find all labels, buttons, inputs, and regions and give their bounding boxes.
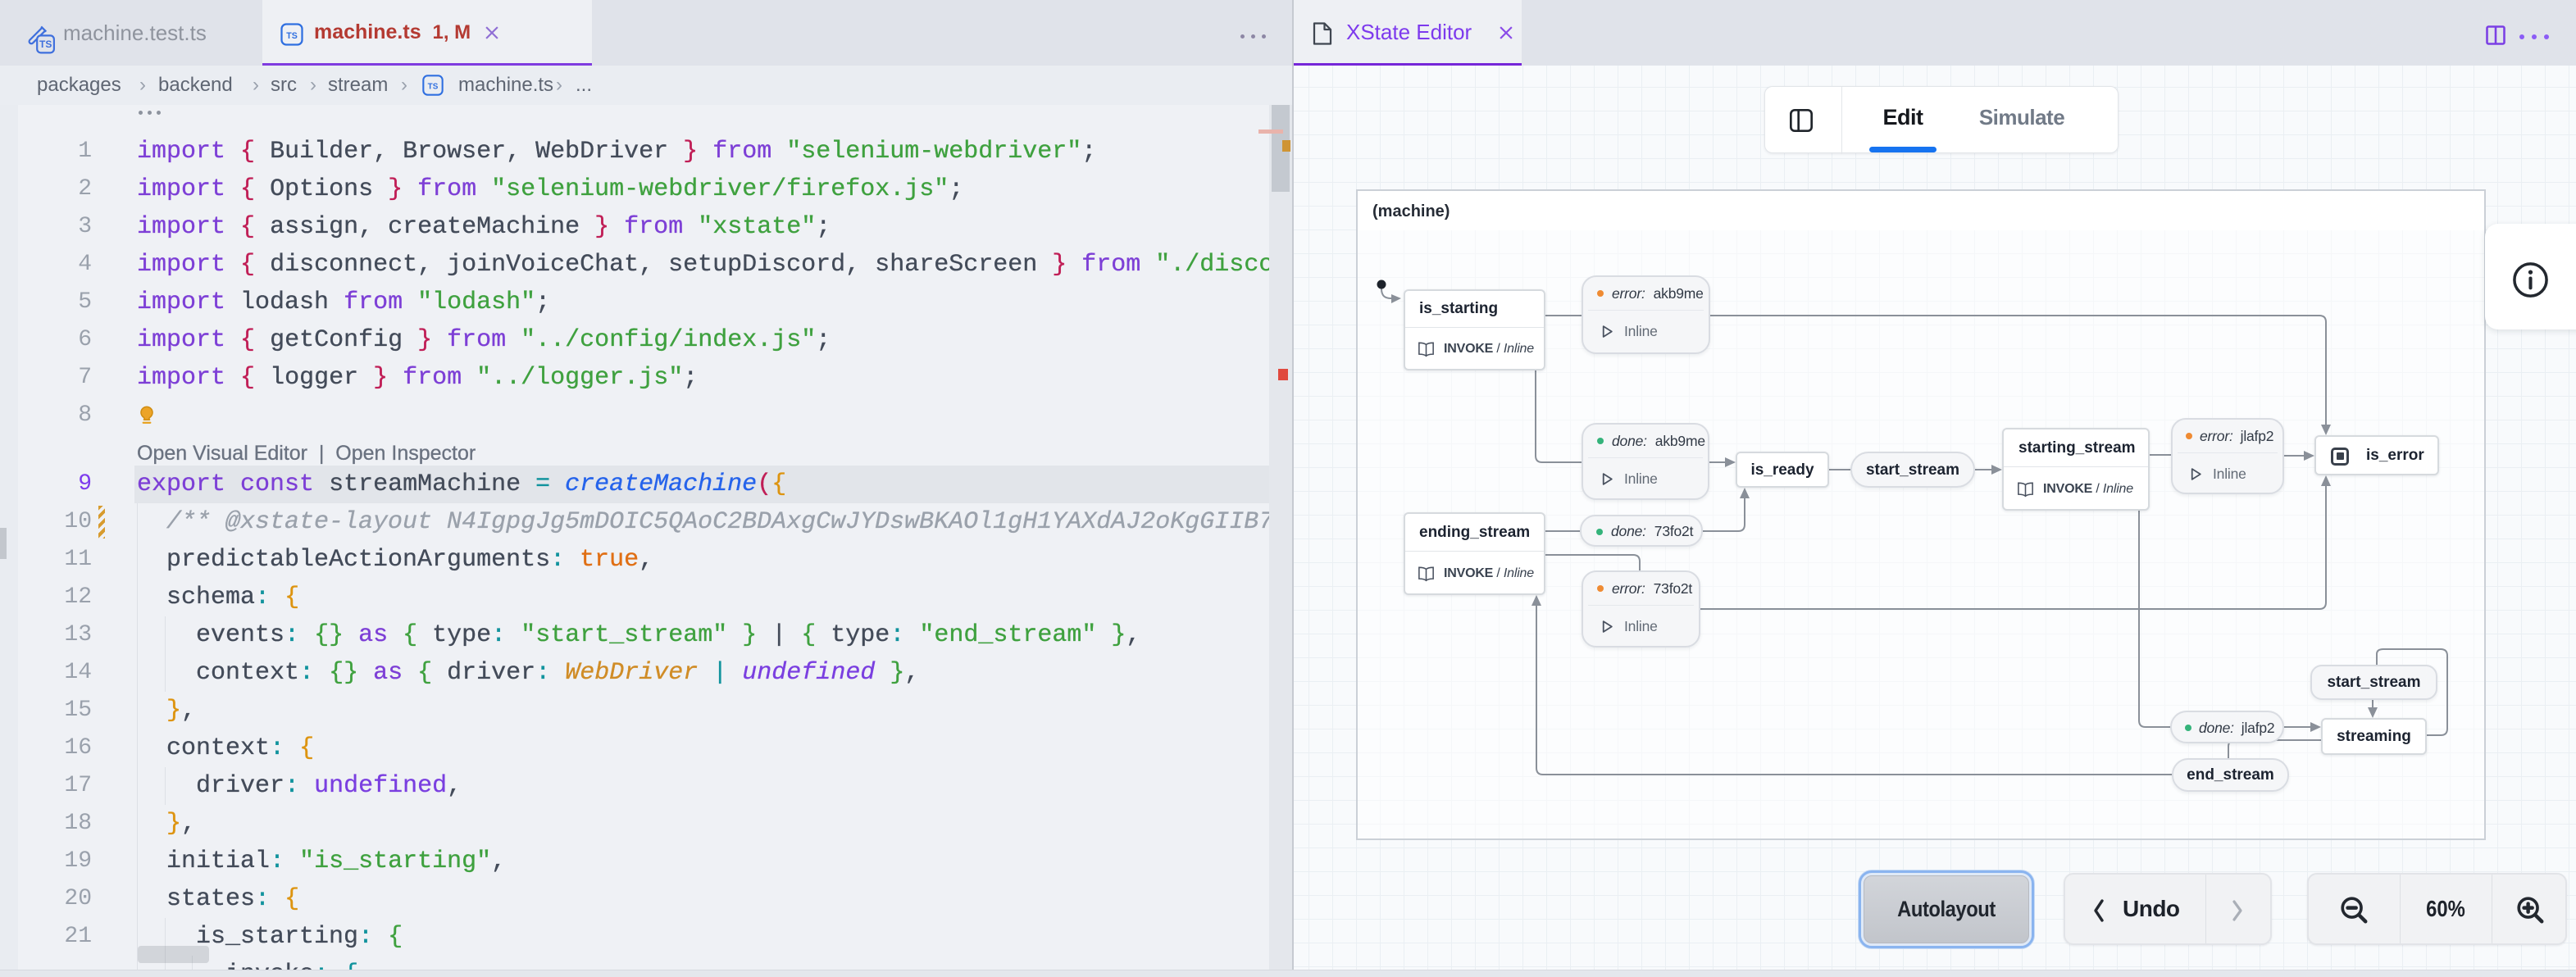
svg-text:TS: TS [428, 83, 439, 92]
svg-text:TS: TS [39, 39, 52, 50]
svg-text:TS: TS [286, 31, 298, 41]
